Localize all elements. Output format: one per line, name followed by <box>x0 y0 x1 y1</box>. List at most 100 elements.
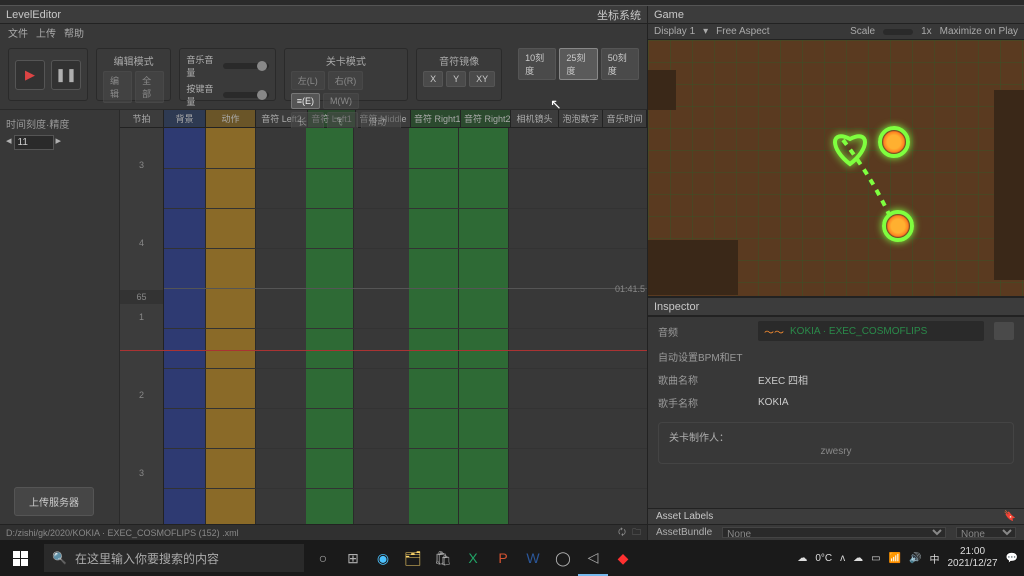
col-bubble: 泡泡数字 <box>559 110 603 127</box>
audio-label: 音频 <box>658 324 748 339</box>
game-target-1 <box>878 126 910 158</box>
battery-icon[interactable]: ▭ <box>871 553 880 564</box>
audio-file-name: KOKIA · EXEC_COSMOFLIPS <box>790 326 927 337</box>
credit-value: zwesry <box>669 446 1003 457</box>
credit-label: 关卡制作人： <box>669 429 1003 444</box>
precision-left[interactable]: ◂ <box>6 134 12 147</box>
col-cam: 相机镜头 <box>511 110 559 127</box>
volume-icon[interactable]: 🔊 <box>909 553 921 564</box>
pause-button[interactable]: ❚❚ <box>51 60 81 90</box>
tray-chevron-icon[interactable]: ʌ <box>840 553 845 564</box>
obs-icon[interactable]: ◯ <box>548 540 578 576</box>
notifications-icon[interactable]: 💬 <box>1006 553 1018 564</box>
bundle-select-2[interactable]: None <box>956 527 1016 538</box>
powerpoint-icon[interactable]: P <box>488 540 518 576</box>
game-tab[interactable]: Game <box>654 9 684 21</box>
flip-xy[interactable]: XY <box>469 71 495 87</box>
search-icon: 🔍 <box>52 551 67 565</box>
file-path: D:/zishi/gk/2020/KOKIA · EXEC_COSMOFLIPS… <box>6 528 239 538</box>
flip-x[interactable]: X <box>423 71 443 87</box>
flip-y[interactable]: Y <box>446 71 466 87</box>
onedrive-icon[interactable]: ☁ <box>853 553 863 564</box>
taskbar-clock[interactable]: 21:00 2021/12/27 <box>947 546 997 570</box>
menu-help[interactable]: 帮助 <box>64 25 84 39</box>
timeline-precision-panel: 时间刻度·精度 ◂ ▸ <box>0 110 120 524</box>
audio-field[interactable]: 〜〜 KOKIA · EXEC_COSMOFLIPS <box>758 321 984 341</box>
l-btn[interactable]: 左(L) <box>291 71 325 90</box>
level-mode-title: 关卡模式 <box>291 53 401 68</box>
scale-10[interactable]: 10刻度 <box>518 48 556 80</box>
word-icon[interactable]: W <box>518 540 548 576</box>
file-explorer-icon[interactable]: 🗂 <box>398 540 428 576</box>
excel-icon[interactable]: X <box>458 540 488 576</box>
edge-icon[interactable]: ◉ <box>368 540 398 576</box>
taskbar-search[interactable]: 🔍 在这里输入你要搜索的内容 <box>44 544 304 572</box>
scale-50[interactable]: 50刻度 <box>601 48 639 80</box>
menu-file[interactable]: 文件 <box>8 25 28 39</box>
beat: 2 <box>120 390 163 400</box>
wifi-icon[interactable]: 📶 <box>889 553 901 564</box>
inspector-body: 音频 〜〜 KOKIA · EXEC_COSMOFLIPS 自动设置BPM和ET… <box>648 316 1024 508</box>
col-action: 动作 <box>206 110 256 127</box>
beat-65: 65 <box>120 290 163 304</box>
all-btn[interactable]: 全部 <box>135 71 164 103</box>
scale-value: 1x <box>921 26 932 37</box>
assetbundle-label: AssetBundle <box>656 527 712 538</box>
chevron-down-icon[interactable]: ▾ <box>703 26 708 37</box>
beat: 1 <box>120 312 163 322</box>
inspector-tab[interactable]: Inspector <box>654 301 699 313</box>
play-button[interactable]: ▶ <box>15 60 45 90</box>
display-dropdown[interactable]: Display 1 <box>654 26 695 37</box>
scale-label: Scale <box>850 26 875 37</box>
unity-icon[interactable]: ◁ <box>578 540 608 576</box>
panel-title: LevelEditor <box>6 9 61 21</box>
cortana-icon[interactable]: ○ <box>308 540 338 576</box>
edit-btn[interactable]: 编辑 <box>103 71 132 103</box>
song-name-value: EXEC 四相 <box>758 372 1014 387</box>
menu-upload[interactable]: 上传 <box>36 25 56 39</box>
folder-icon[interactable]: 🗀 <box>632 525 641 541</box>
upload-server-button[interactable]: 上传服务器 <box>14 487 94 516</box>
game-viewport[interactable] <box>648 40 1024 298</box>
timeline-body[interactable]: 3 4 65 1 2 3 01:41.5 <box>120 128 647 524</box>
toolbar: ▶ ❚❚ 编辑模式 编辑 全部 音乐音量 按键音量 关卡模式 左(L) 右(R) <box>0 40 647 110</box>
key-vol-slider[interactable] <box>223 92 269 98</box>
task-view-icon[interactable]: ⊞ <box>338 540 368 576</box>
aspect-dropdown[interactable]: Free Aspect <box>716 26 769 37</box>
refresh-icon[interactable]: 🗘 <box>618 525 626 541</box>
store-icon[interactable]: 🛍 <box>428 540 458 576</box>
audio-wave-icon: 〜〜 <box>764 324 784 339</box>
start-button[interactable] <box>0 540 40 576</box>
tag-icon[interactable]: 🔖 <box>1004 511 1016 522</box>
col-beat: 节拍 <box>120 110 164 127</box>
maximize-toggle[interactable]: Maximize on Play <box>940 26 1018 37</box>
weather-icon[interactable]: ☁ <box>797 553 807 564</box>
precision-input[interactable] <box>14 135 54 150</box>
beat: 4 <box>120 238 163 248</box>
beat: 3 <box>120 468 163 478</box>
autobpm-label: 自动设置BPM和ET <box>658 349 748 364</box>
footer-path-bar: D:/zishi/gk/2020/KOKIA · EXEC_COSMOFLIPS… <box>0 524 647 540</box>
coord-label[interactable]: 坐标系统 <box>597 7 641 23</box>
audio-picker[interactable] <box>994 322 1014 340</box>
scale-25[interactable]: 25刻度 <box>559 48 597 80</box>
ime-indicator[interactable]: 中 <box>929 551 939 566</box>
asset-labels-header[interactable]: Asset Labels 🔖 <box>648 508 1024 524</box>
artist-value: KOKIA <box>758 397 1014 408</box>
precision-label: 时间刻度·精度 <box>6 116 113 131</box>
game-target-2 <box>882 210 914 242</box>
app-icon[interactable]: ◆ <box>608 540 638 576</box>
precision-right[interactable]: ▸ <box>56 134 62 147</box>
bundle-select-1[interactable]: None <box>722 527 946 538</box>
temperature: 0°C <box>815 553 832 564</box>
col-r2: 音符 Right2 <box>461 110 511 127</box>
music-vol-slider[interactable] <box>223 63 269 69</box>
beat: 3 <box>120 160 163 170</box>
level-editor-header: LevelEditor 坐标系统 <box>0 6 647 24</box>
e-btn[interactable]: ≡(E) <box>291 93 320 109</box>
scale-slider[interactable] <box>883 29 913 35</box>
m-btn[interactable]: M(W) <box>323 93 359 109</box>
r-btn[interactable]: 右(R) <box>328 71 364 90</box>
clock-date: 2021/12/27 <box>947 558 997 570</box>
menu-bar: 文件 上传 帮助 <box>0 24 647 40</box>
